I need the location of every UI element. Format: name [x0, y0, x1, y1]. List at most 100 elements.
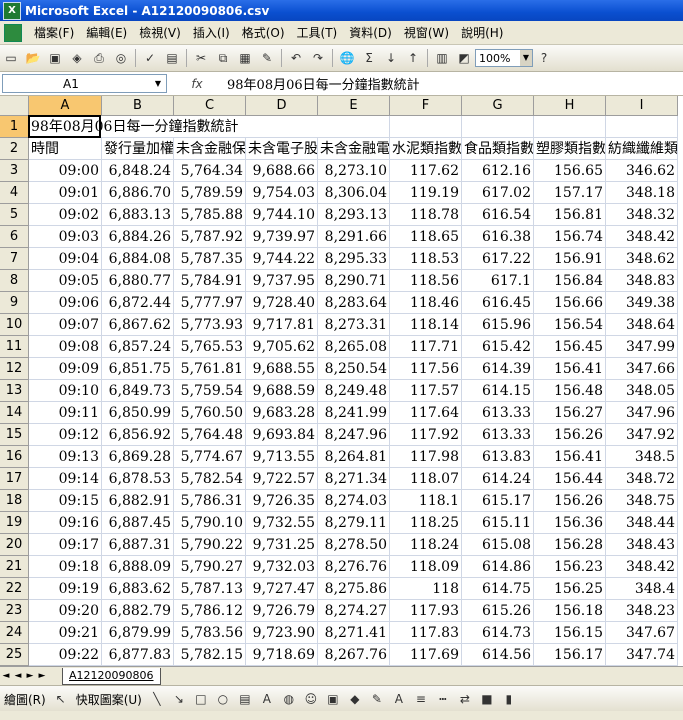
permission-icon[interactable]: ◈ [67, 48, 87, 68]
cell[interactable]: 8,293.13 [318, 204, 390, 226]
row-header[interactable]: 6 [0, 226, 29, 248]
workbook-icon[interactable] [4, 23, 22, 42]
row-header[interactable]: 4 [0, 182, 29, 204]
cell[interactable]: 613.83 [462, 446, 534, 468]
cell[interactable]: 09:04 [29, 248, 102, 270]
column-header[interactable]: E [318, 96, 390, 116]
cell[interactable]: 09:21 [29, 622, 102, 644]
autoshapes-menu[interactable]: 快取圖案(U) [72, 691, 146, 708]
cell[interactable]: 348.4 [606, 578, 678, 600]
line-icon[interactable]: ╲ [147, 689, 167, 709]
rectangle-icon[interactable]: □ [191, 689, 211, 709]
print-icon[interactable]: ⎙ [89, 48, 109, 68]
cell[interactable]: 5,759.54 [174, 380, 246, 402]
row-header[interactable]: 11 [0, 336, 29, 358]
cell[interactable]: 348.32 [606, 204, 678, 226]
cell[interactable]: 156.28 [534, 534, 606, 556]
cell[interactable]: 8,264.81 [318, 446, 390, 468]
print-preview-icon[interactable]: ◎ [111, 48, 131, 68]
cell[interactable]: 117.64 [390, 402, 462, 424]
chart-wizard-icon[interactable]: ▥ [432, 48, 452, 68]
cell[interactable]: 5,789.59 [174, 182, 246, 204]
cell[interactable] [606, 116, 678, 138]
cell[interactable]: 5,764.48 [174, 424, 246, 446]
cell[interactable]: 156.15 [534, 622, 606, 644]
insert-function-icon[interactable]: fx [167, 77, 227, 91]
cell[interactable]: 6,848.24 [102, 160, 174, 182]
cell[interactable]: 5,787.13 [174, 578, 246, 600]
cell[interactable]: 6,877.83 [102, 644, 174, 666]
cell[interactable]: 5,790.10 [174, 512, 246, 534]
cell[interactable]: 118.53 [390, 248, 462, 270]
wordart-icon[interactable]: A [257, 689, 277, 709]
cell[interactable]: 118.25 [390, 512, 462, 534]
cell[interactable]: 614.73 [462, 622, 534, 644]
cell[interactable]: 118.1 [390, 490, 462, 512]
cell[interactable]: 614.75 [462, 578, 534, 600]
column-header[interactable]: I [606, 96, 678, 116]
drawing-icon[interactable]: ◩ [454, 48, 474, 68]
cell[interactable]: 09:01 [29, 182, 102, 204]
research-icon[interactable]: ▤ [162, 48, 182, 68]
font-color-icon[interactable]: A [389, 689, 409, 709]
format-painter-icon[interactable]: ✎ [257, 48, 277, 68]
cell[interactable]: 9,744.22 [246, 248, 318, 270]
cell[interactable]: 348.83 [606, 270, 678, 292]
cell[interactable]: 156.91 [534, 248, 606, 270]
cell[interactable]: 6,880.77 [102, 270, 174, 292]
cell[interactable]: 613.33 [462, 402, 534, 424]
cell[interactable]: 156.27 [534, 402, 606, 424]
cell[interactable]: 615.17 [462, 490, 534, 512]
select-objects-icon[interactable]: ↖ [51, 689, 71, 709]
cell[interactable]: 6,888.09 [102, 556, 174, 578]
column-header[interactable]: D [246, 96, 318, 116]
cell[interactable]: 156.84 [534, 270, 606, 292]
cell[interactable]: 117.56 [390, 358, 462, 380]
cell[interactable]: 09:17 [29, 534, 102, 556]
cell[interactable]: 5,787.35 [174, 248, 246, 270]
cell[interactable]: 6,878.53 [102, 468, 174, 490]
cell[interactable]: 612.16 [462, 160, 534, 182]
cell[interactable]: 9,693.84 [246, 424, 318, 446]
cell[interactable]: 118.09 [390, 556, 462, 578]
cell[interactable]: 5,761.81 [174, 358, 246, 380]
cell[interactable]: 156.44 [534, 468, 606, 490]
row-header[interactable]: 17 [0, 468, 29, 490]
cell[interactable]: 6,869.28 [102, 446, 174, 468]
row-header[interactable]: 8 [0, 270, 29, 292]
cell[interactable]: 348.23 [606, 600, 678, 622]
cell[interactable]: 616.45 [462, 292, 534, 314]
cell[interactable]: 6,849.73 [102, 380, 174, 402]
row-header[interactable]: 13 [0, 380, 29, 402]
cell[interactable]: 348.42 [606, 226, 678, 248]
cell[interactable]: 9,722.57 [246, 468, 318, 490]
cell[interactable]: 8,279.11 [318, 512, 390, 534]
cell[interactable]: 156.48 [534, 380, 606, 402]
sort-descending-icon[interactable]: ↑ [403, 48, 423, 68]
cell[interactable]: 6,857.24 [102, 336, 174, 358]
last-sheet-icon[interactable]: ► [36, 671, 48, 681]
cell[interactable]: 8,247.96 [318, 424, 390, 446]
cell[interactable]: 156.26 [534, 424, 606, 446]
cell[interactable]: 348.18 [606, 182, 678, 204]
cell[interactable]: 117.69 [390, 644, 462, 666]
undo-icon[interactable]: ↶ [286, 48, 306, 68]
cell[interactable]: 8,306.04 [318, 182, 390, 204]
cell[interactable]: 118.56 [390, 270, 462, 292]
column-header[interactable]: G [462, 96, 534, 116]
cell[interactable]: 5,777.97 [174, 292, 246, 314]
cell[interactable]: 156.74 [534, 226, 606, 248]
cell[interactable]: 156.41 [534, 358, 606, 380]
row-header[interactable]: 18 [0, 490, 29, 512]
arrow-icon[interactable]: ↘ [169, 689, 189, 709]
cell[interactable]: 156.41 [534, 446, 606, 468]
menu-format[interactable]: 格式(O) [236, 24, 291, 41]
sheet-tab[interactable]: A12120090806 [62, 667, 161, 685]
cell[interactable]: 紡織纖維類 [606, 138, 678, 160]
row-header[interactable]: 21 [0, 556, 29, 578]
cell[interactable]: 9,718.69 [246, 644, 318, 666]
cell[interactable]: 09:18 [29, 556, 102, 578]
row-header[interactable]: 23 [0, 600, 29, 622]
cell[interactable]: 348.72 [606, 468, 678, 490]
cell[interactable]: 6,850.99 [102, 402, 174, 424]
